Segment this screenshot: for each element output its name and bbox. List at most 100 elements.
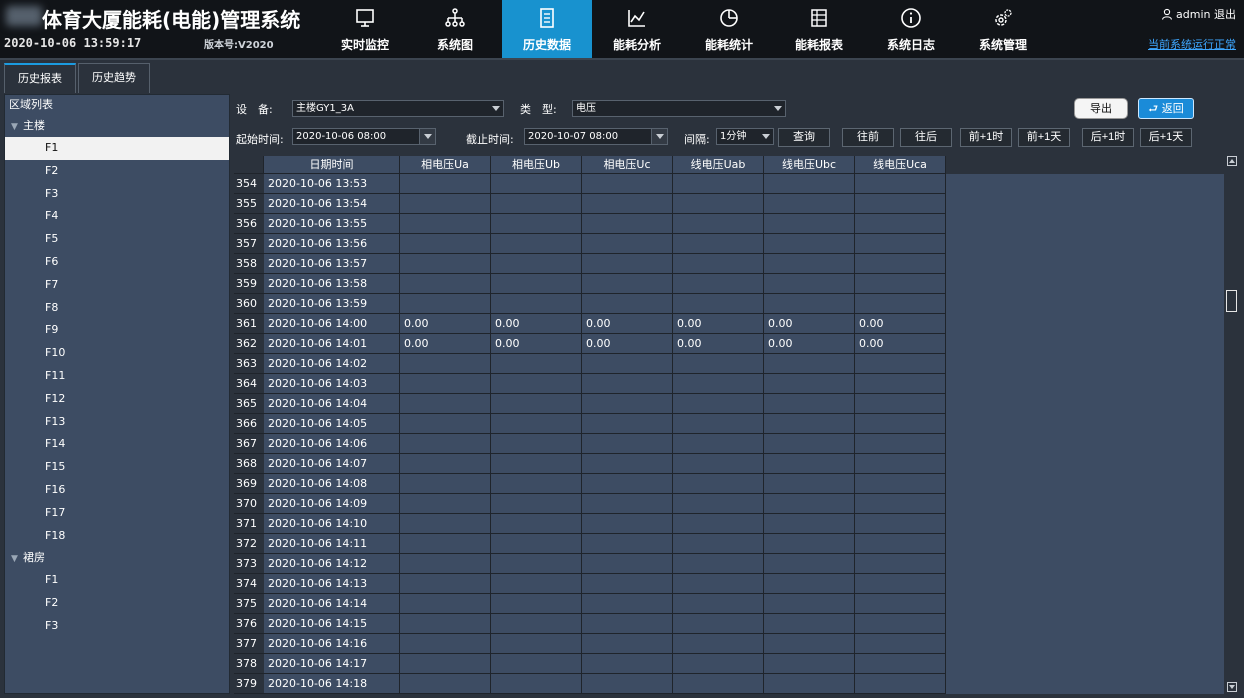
- vertical-scrollbar[interactable]: [1226, 156, 1238, 694]
- logout-link[interactable]: 退出: [1214, 8, 1236, 21]
- table-row[interactable]: 362 2020-10-06 14:01 0.00 0.00 0.00 0.00 0.00 0…: [234, 334, 946, 354]
- value-cell: [673, 474, 764, 494]
- tree-item[interactable]: F14: [5, 433, 229, 456]
- tree-item[interactable]: F10: [5, 342, 229, 365]
- table-row[interactable]: 366 2020-10-06 14:05: [234, 414, 946, 434]
- value-cell: [582, 614, 673, 634]
- table-row[interactable]: 375 2020-10-06 14:14: [234, 594, 946, 614]
- interval-select[interactable]: 1分钟: [716, 128, 774, 145]
- tree-item[interactable]: F6: [5, 251, 229, 274]
- table-row[interactable]: 354 2020-10-06 13:53: [234, 174, 946, 194]
- table-row[interactable]: 377 2020-10-06 14:16: [234, 634, 946, 654]
- back-button[interactable]: ⮐ 返回: [1138, 98, 1194, 119]
- table-row[interactable]: 376 2020-10-06 14:15: [234, 614, 946, 634]
- tree-item[interactable]: F9: [5, 319, 229, 342]
- column-header[interactable]: 线电压Uca: [855, 156, 946, 174]
- expand-caret-icon[interactable]: ▼: [11, 548, 23, 570]
- table-row[interactable]: 360 2020-10-06 13:59: [234, 294, 946, 314]
- tree-item[interactable]: F8: [5, 297, 229, 320]
- nav-system-log[interactable]: 系统日志: [866, 0, 956, 58]
- table-row[interactable]: 365 2020-10-06 14:04: [234, 394, 946, 414]
- column-header[interactable]: 相电压Uc: [582, 156, 673, 174]
- tree-item[interactable]: F4: [5, 205, 229, 228]
- value-cell: [673, 594, 764, 614]
- export-button[interactable]: 导出: [1074, 98, 1128, 119]
- nav-realtime-monitor[interactable]: 实时监控: [320, 0, 410, 58]
- table-row[interactable]: 363 2020-10-06 14:02: [234, 354, 946, 374]
- prev-hour-button[interactable]: 前+1时: [960, 128, 1012, 147]
- table-row[interactable]: 378 2020-10-06 14:17: [234, 654, 946, 674]
- end-time-picker[interactable]: 2020-10-07 08:00: [524, 128, 668, 145]
- tab-history-report[interactable]: 历史报表: [4, 63, 76, 93]
- table-row[interactable]: 368 2020-10-06 14:07: [234, 454, 946, 474]
- scroll-up-icon[interactable]: [1227, 156, 1237, 166]
- table-row[interactable]: 369 2020-10-06 14:08: [234, 474, 946, 494]
- scroll-down-icon[interactable]: [1227, 682, 1237, 692]
- start-time-picker[interactable]: 2020-10-06 08:00: [292, 128, 436, 145]
- tree-item[interactable]: F12: [5, 388, 229, 411]
- table-row[interactable]: 374 2020-10-06 14:13: [234, 574, 946, 594]
- table-row[interactable]: 364 2020-10-06 14:03: [234, 374, 946, 394]
- tree-item[interactable]: F3: [5, 615, 229, 638]
- value-cell: [764, 554, 855, 574]
- table-row[interactable]: 373 2020-10-06 14:12: [234, 554, 946, 574]
- tree-item[interactable]: F3: [5, 183, 229, 206]
- tree-item[interactable]: F2: [5, 592, 229, 615]
- tree-item[interactable]: F13: [5, 411, 229, 434]
- value-cell: [400, 614, 491, 634]
- tree-item[interactable]: F1: [5, 137, 229, 160]
- scroll-thumb[interactable]: [1226, 290, 1237, 312]
- table-row[interactable]: 359 2020-10-06 13:58: [234, 274, 946, 294]
- tree-item[interactable]: F5: [5, 228, 229, 251]
- table-row[interactable]: 372 2020-10-06 14:11: [234, 534, 946, 554]
- tree-item[interactable]: F16: [5, 479, 229, 502]
- system-status-link[interactable]: 当前系统运行正常: [1148, 36, 1236, 52]
- tree-item[interactable]: F11: [5, 365, 229, 388]
- tree-item[interactable]: F2: [5, 160, 229, 183]
- table-row[interactable]: 361 2020-10-06 14:00 0.00 0.00 0.00 0.00 0.00 0…: [234, 314, 946, 334]
- type-select[interactable]: 电压: [572, 100, 786, 117]
- column-header[interactable]: 线电压Ubc: [764, 156, 855, 174]
- nav-energy-statistics[interactable]: 能耗统计: [684, 0, 774, 58]
- tree-group[interactable]: ▼ 裙房: [5, 547, 229, 569]
- prev-button[interactable]: 往前: [842, 128, 894, 147]
- prev-day-button[interactable]: 前+1天: [1018, 128, 1070, 147]
- nav-history-data[interactable]: 历史数据: [502, 0, 592, 58]
- next-day-button[interactable]: 后+1天: [1140, 128, 1192, 147]
- column-header[interactable]: 相电压Ub: [491, 156, 582, 174]
- next-hour-button[interactable]: 后+1时: [1082, 128, 1134, 147]
- table-row[interactable]: 371 2020-10-06 14:10: [234, 514, 946, 534]
- table-row[interactable]: 379 2020-10-06 14:18: [234, 674, 946, 694]
- nav-energy-analysis[interactable]: 能耗分析: [592, 0, 682, 58]
- line-chart-icon: [628, 10, 645, 27]
- device-select[interactable]: 主楼GY1_3A: [292, 100, 504, 117]
- value-cell: [400, 454, 491, 474]
- table-row[interactable]: 370 2020-10-06 14:09: [234, 494, 946, 514]
- tree-item[interactable]: F17: [5, 502, 229, 525]
- datetime-cell: 2020-10-06 14:07: [264, 454, 400, 474]
- next-button[interactable]: 往后: [900, 128, 952, 147]
- query-button[interactable]: 查询: [778, 128, 830, 147]
- nav-system-diagram[interactable]: 系统图: [410, 0, 500, 58]
- table-row[interactable]: 358 2020-10-06 13:57: [234, 254, 946, 274]
- nav-energy-report[interactable]: 能耗报表: [774, 0, 864, 58]
- tree-item[interactable]: F7: [5, 274, 229, 297]
- tree-group[interactable]: ▼ 主楼: [5, 115, 229, 137]
- tree-item[interactable]: F1: [5, 569, 229, 592]
- table-row[interactable]: 356 2020-10-06 13:55: [234, 214, 946, 234]
- calendar-dropdown-icon[interactable]: [419, 129, 435, 144]
- calendar-dropdown-icon[interactable]: [651, 129, 667, 144]
- nav-system-management[interactable]: 系统管理: [958, 0, 1048, 58]
- table-row[interactable]: 367 2020-10-06 14:06: [234, 434, 946, 454]
- tab-history-trend[interactable]: 历史趋势: [78, 63, 150, 93]
- column-header[interactable]: 线电压Uab: [673, 156, 764, 174]
- table-row[interactable]: 355 2020-10-06 13:54: [234, 194, 946, 214]
- table-row[interactable]: 357 2020-10-06 13:56: [234, 234, 946, 254]
- column-header[interactable]: 相电压Ua: [400, 156, 491, 174]
- value-cell: [491, 294, 582, 314]
- tree-item[interactable]: F18: [5, 525, 229, 548]
- expand-caret-icon[interactable]: ▼: [11, 116, 23, 138]
- row-index: 361: [234, 314, 264, 334]
- column-header[interactable]: 日期时间: [264, 156, 400, 174]
- tree-item[interactable]: F15: [5, 456, 229, 479]
